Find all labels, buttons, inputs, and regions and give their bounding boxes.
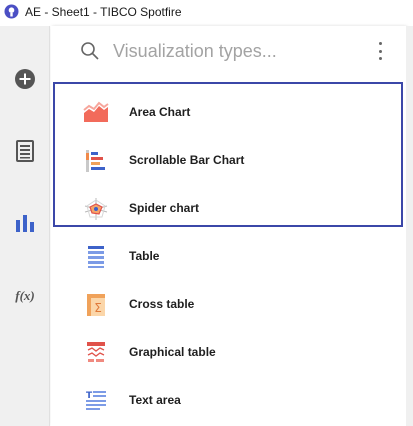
list-item-label: Scrollable Bar Chart: [129, 153, 245, 167]
area-chart-icon: [83, 101, 109, 122]
spider-chart-icon: [84, 198, 108, 220]
svg-text:Σ: Σ: [94, 301, 102, 315]
data-table-icon[interactable]: [13, 139, 37, 163]
table-icon: [88, 246, 104, 268]
list-item-label: Area Chart: [129, 105, 191, 119]
search-input[interactable]: [113, 38, 363, 64]
svg-text:T: T: [86, 391, 93, 401]
list-item-graphical-table[interactable]: Graphical table: [51, 329, 406, 377]
list-item-label: Table: [129, 249, 160, 263]
list-item-spider-chart[interactable]: Spider chart: [51, 185, 406, 233]
window-title: AE - Sheet1 - TIBCO Spotfire: [25, 5, 182, 19]
cross-table-icon: Σ: [87, 294, 105, 316]
list-item-label: Graphical table: [129, 345, 216, 359]
add-icon[interactable]: [13, 67, 37, 91]
list-item-cross-table[interactable]: Σ Cross table: [51, 281, 406, 329]
title-bar: AE - Sheet1 - TIBCO Spotfire: [0, 0, 413, 26]
list-item-label: Spider chart: [129, 201, 200, 215]
spotfire-logo-icon: [4, 4, 19, 19]
right-edge-strip: [406, 26, 413, 426]
visualization-list: Area Chart Scrollable Bar Chart Spider c…: [51, 89, 406, 425]
more-options-icon[interactable]: [373, 42, 387, 60]
list-item-area-chart[interactable]: Area Chart: [51, 89, 406, 137]
left-sidebar: f(x): [0, 26, 50, 426]
scrollable-bar-chart-icon: [86, 150, 105, 172]
list-item-label: Cross table: [129, 297, 195, 311]
text-area-icon: T: [86, 391, 106, 410]
function-icon[interactable]: f(x): [13, 284, 37, 308]
graphical-table-icon: [87, 342, 105, 362]
search-icon: [81, 42, 99, 60]
visualization-icon[interactable]: [13, 211, 37, 235]
function-icon-label: f(x): [15, 288, 35, 303]
list-item-scrollable-bar-chart[interactable]: Scrollable Bar Chart: [51, 137, 406, 185]
list-item-table[interactable]: Table: [51, 233, 406, 281]
visualization-types-panel: Area Chart Scrollable Bar Chart: [51, 26, 406, 426]
list-item-text-area[interactable]: T Text area: [51, 377, 406, 425]
list-item-label: Text area: [129, 393, 181, 407]
